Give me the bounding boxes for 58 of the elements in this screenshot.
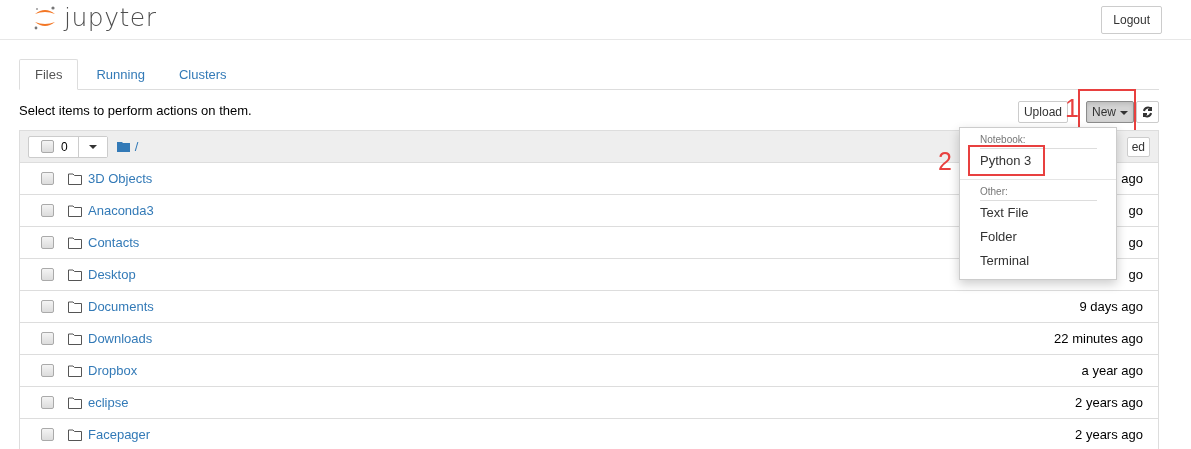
modified-time: ago: [1121, 171, 1143, 186]
folder-link[interactable]: Dropbox: [88, 363, 138, 378]
checkbox[interactable]: [41, 236, 54, 249]
refresh-icon: [1142, 106, 1153, 118]
selected-count: 0: [61, 139, 68, 154]
folder-icon: [68, 204, 82, 217]
modified-time: a year ago: [1081, 363, 1143, 378]
path-link[interactable]: /: [134, 139, 139, 154]
modified-time: 2 years ago: [1075, 395, 1143, 410]
tab[interactable]: Files: [19, 59, 79, 90]
logout-button[interactable]: Logout: [1101, 5, 1162, 34]
checkbox[interactable]: [41, 172, 54, 185]
folder-link[interactable]: 3D Objects: [88, 171, 153, 186]
menu-item[interactable]: Terminal: [960, 249, 1116, 273]
folder-link[interactable]: Documents: [88, 299, 154, 314]
folder-icon: [68, 236, 82, 249]
folder-link[interactable]: Contacts: [88, 235, 140, 250]
annotation-number: 2: [938, 149, 952, 174]
upload-button[interactable]: Upload: [1017, 101, 1068, 123]
folder-icon: [68, 268, 82, 281]
sort-button[interactable]: ed: [1126, 136, 1150, 157]
modified-time: 22 minutes ago: [1054, 331, 1143, 346]
checkbox[interactable]: [41, 204, 54, 217]
menu-header: Notebook:: [960, 132, 1116, 149]
folder-icon: [68, 428, 82, 441]
folder-icon: [68, 300, 82, 313]
modified-time: go: [1128, 235, 1143, 250]
hint-text: Select items to perform actions on them.: [19, 102, 252, 118]
modified-time: go: [1128, 203, 1143, 218]
folder-link[interactable]: Anaconda3: [88, 203, 154, 218]
menu-item[interactable]: Python 3: [960, 149, 1116, 173]
folder-icon: [68, 332, 82, 345]
checkbox[interactable]: [41, 364, 54, 377]
new-button[interactable]: New: [1086, 101, 1134, 123]
menu-header: Other:: [960, 184, 1116, 201]
modified-time: go: [1128, 267, 1143, 282]
checkbox[interactable]: [41, 140, 54, 153]
folder-link[interactable]: Facepager: [88, 427, 151, 442]
folder-icon: [116, 141, 130, 152]
modified-time: 2 years ago: [1075, 427, 1143, 442]
folder-icon: [68, 172, 82, 185]
folder-link[interactable]: Desktop: [88, 267, 136, 282]
menu-item[interactable]: Text File: [960, 201, 1116, 225]
checkbox[interactable]: [41, 332, 54, 345]
checkbox[interactable]: [41, 268, 54, 281]
modified-time: 9 days ago: [1079, 299, 1143, 314]
folder-icon: [68, 364, 82, 377]
checkbox[interactable]: [41, 428, 54, 441]
logo-text: jupyter: [64, 3, 157, 32]
tab[interactable]: Running: [80, 59, 161, 90]
folder-link[interactable]: eclipse: [88, 395, 129, 410]
menu-item[interactable]: Folder: [960, 225, 1116, 249]
tab[interactable]: Clusters: [162, 59, 243, 90]
checkbox[interactable]: [41, 300, 54, 313]
refresh-button[interactable]: [1136, 101, 1159, 123]
checkbox[interactable]: [41, 396, 54, 409]
folder-icon: [68, 396, 82, 409]
folder-link[interactable]: Downloads: [88, 331, 153, 346]
